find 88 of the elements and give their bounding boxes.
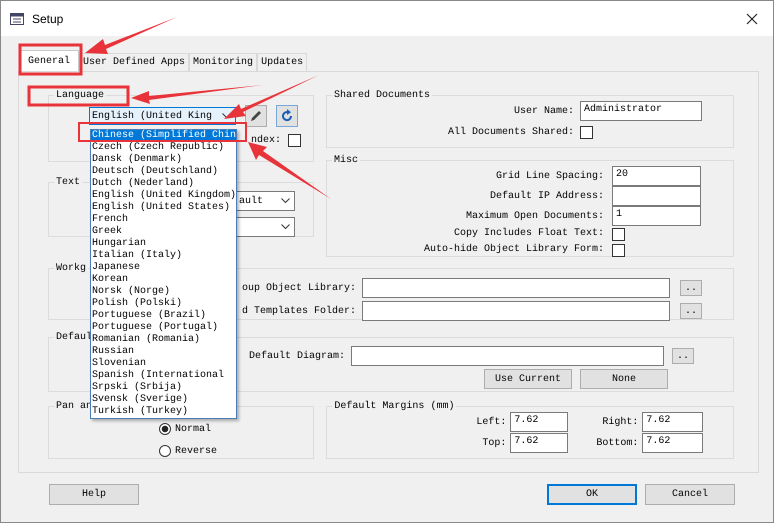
group-title: Language — [55, 90, 106, 101]
field-label: Left: — [475, 416, 506, 428]
dialog-button[interactable]: OK — [547, 484, 637, 505]
language-option[interactable]: Srpski (Srbija) — [91, 382, 236, 394]
edit-button[interactable] — [245, 105, 267, 127]
field-label: d Templates Folder: — [242, 306, 356, 316]
margin-field[interactable]: 7.62 — [642, 433, 704, 453]
refresh-button[interactable] — [276, 105, 298, 127]
group-title: Text — [55, 177, 82, 188]
action-button[interactable]: None — [580, 369, 668, 389]
input-field[interactable]: 20 — [612, 166, 701, 186]
language-option[interactable]: Svensk (Sverige) — [91, 394, 236, 406]
radio-button[interactable] — [159, 445, 171, 457]
refresh-icon — [280, 109, 294, 123]
language-option[interactable]: Portuguese (Portugal) — [91, 322, 236, 334]
checkbox[interactable] — [580, 126, 593, 139]
field-label: User Name: — [512, 106, 574, 116]
checkbox[interactable] — [612, 244, 625, 256]
language-option[interactable]: Romanian (Romania) — [91, 334, 236, 346]
margin-field[interactable]: 7.62 — [642, 412, 704, 432]
language-option[interactable]: Japanese — [91, 262, 236, 274]
language-option[interactable]: Turkish (Turkey) — [91, 406, 236, 418]
index-label: ndex: — [251, 135, 282, 146]
radio-label: Reverse — [175, 446, 218, 456]
window-title: Setup — [32, 12, 64, 26]
language-option[interactable]: English (United Kingdom) — [91, 190, 236, 202]
diagram-field[interactable] — [351, 346, 664, 366]
group-title: Workg — [55, 263, 88, 274]
action-button[interactable]: Use Current — [484, 369, 572, 389]
margin-field[interactable]: 7.62 — [510, 412, 568, 432]
language-option[interactable]: Hungarian — [91, 238, 236, 250]
language-option[interactable]: Greek — [91, 226, 236, 238]
language-option[interactable]: Dutch (Nederland) — [91, 178, 236, 190]
language-option[interactable]: Polish (Polski) — [91, 298, 236, 310]
chevron-icon — [281, 198, 290, 204]
browse-button[interactable]: .. — [680, 303, 702, 319]
field-label: Bottom: — [595, 438, 638, 448]
pencil-icon — [249, 109, 263, 123]
language-option[interactable]: English (United States) — [91, 202, 236, 214]
tab[interactable]: User Defined Apps — [79, 53, 190, 71]
field-label: Maximum Open Documents: — [464, 210, 604, 222]
browse-button[interactable]: .. — [680, 280, 702, 296]
path-field[interactable] — [362, 278, 670, 298]
path-field[interactable] — [362, 301, 670, 321]
field-label: Copy Includes Float Text: — [452, 226, 604, 241]
field-label: Top: — [481, 438, 506, 448]
field-label: oup Object Library: — [242, 282, 356, 294]
group-title: Misc — [333, 155, 360, 166]
language-option[interactable]: Deutsch (Deutschland) — [91, 166, 236, 178]
language-option[interactable]: Portuguese (Brazil) — [91, 310, 236, 322]
group-title: Default Margins (mm) — [333, 401, 456, 412]
language-option[interactable]: French — [91, 214, 236, 226]
field-label: All Documents Shared: — [446, 127, 574, 138]
field-label: Grid Line Spacing: — [494, 170, 604, 182]
tab[interactable]: Updates — [257, 53, 308, 71]
checkbox[interactable] — [288, 134, 302, 147]
language-option[interactable]: Czech (Czech Republic) — [91, 142, 236, 154]
user-name-field[interactable]: Administrator — [580, 101, 702, 121]
chevron-icon — [281, 224, 290, 230]
input-field[interactable]: 1 — [612, 206, 701, 226]
input-field[interactable] — [612, 186, 701, 206]
text-dropdown[interactable]: ault — [236, 191, 295, 211]
checkbox[interactable] — [612, 228, 625, 240]
group-title: Defaul — [55, 332, 92, 343]
language-option[interactable]: Korean — [91, 274, 236, 286]
highlight-frame — [18, 44, 82, 76]
dialog-button[interactable]: Cancel — [645, 484, 735, 505]
group-title: Shared Documents — [333, 90, 432, 101]
field-label: Default IP Address: — [488, 190, 604, 202]
language-option[interactable]: Spanish (International — [91, 370, 236, 382]
tab[interactable]: General — [19, 50, 80, 72]
dialog-button[interactable]: Help — [49, 484, 139, 505]
language-option[interactable]: Norsk (Norge) — [91, 286, 236, 298]
language-option[interactable]: Dansk (Denmark) — [91, 154, 236, 166]
tab[interactable]: Monitoring — [189, 53, 258, 71]
field-label: Right: — [601, 416, 638, 428]
field-label: Auto-hide Object Library Form: — [422, 242, 604, 257]
radio-button[interactable] — [159, 423, 171, 435]
language-option[interactable]: Slovenian — [91, 358, 236, 370]
language-option[interactable]: Italian (Italy) — [91, 250, 236, 262]
close-icon[interactable] — [746, 12, 758, 24]
language-option[interactable]: Russian — [91, 346, 236, 358]
browse-button[interactable]: .. — [672, 348, 694, 364]
text-dropdown[interactable] — [236, 217, 295, 237]
margin-field[interactable]: 7.62 — [510, 433, 568, 453]
app-icon — [10, 12, 24, 24]
radio-label: Normal — [175, 424, 212, 434]
field-label: Default Diagram: — [248, 350, 345, 362]
